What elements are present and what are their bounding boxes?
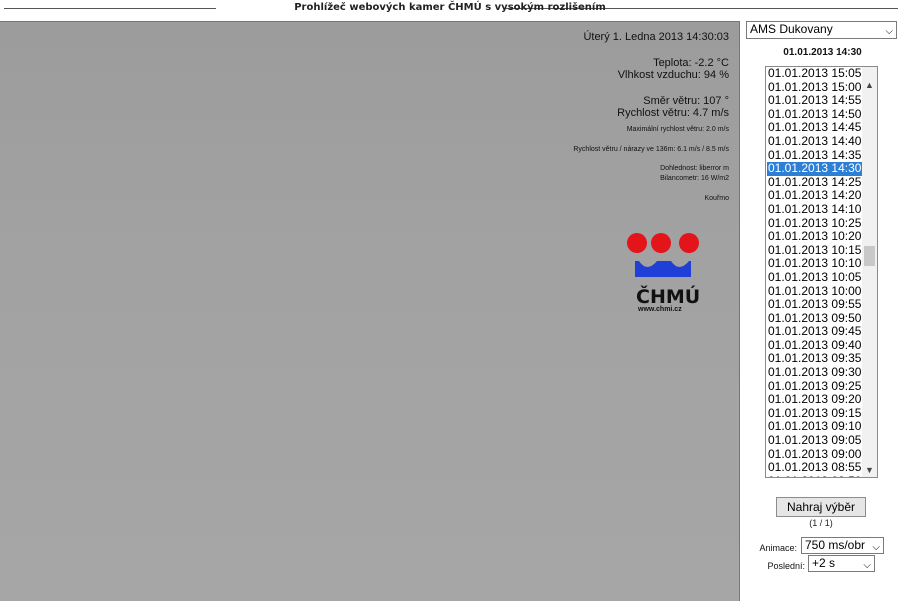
last-label: Poslední: (767, 561, 805, 571)
time-list-item[interactable]: 01.01.2013 10:05 (767, 270, 862, 285)
time-list-item[interactable]: 01.01.2013 09:10 (767, 420, 862, 434)
time-list-item[interactable]: 01.01.2013 09:05 (767, 433, 862, 448)
time-list-item[interactable]: 01.01.2013 14:40 (767, 134, 862, 149)
camera-visibility: Dohlednost: liberror m (660, 165, 729, 172)
page-header: Prohlížeč webových kamer ČHMÚ s vysokým … (0, 0, 900, 20)
time-list-item[interactable]: 01.01.2013 08:55 (767, 461, 862, 475)
time-list-item[interactable]: 01.01.2013 14:55 (767, 94, 862, 108)
chmi-logo: ČHMÚ www.chmi.cz (625, 229, 705, 319)
animation-label: Animace: (759, 543, 797, 553)
camera-weather: Kouřmo (704, 195, 729, 202)
scroll-down-icon[interactable]: ▼ (862, 465, 877, 475)
time-list-item[interactable]: 01.01.2013 14:10 (767, 202, 862, 217)
time-list-item[interactable]: 01.01.2013 09:55 (767, 297, 862, 312)
camera-wind-speed: Rychlost větru: 4.7 m/s (617, 107, 729, 119)
time-list[interactable]: 01.01.2013 15:05 01.01.2013 15:00 01.01.20… (765, 66, 878, 478)
time-list-item[interactable]: 01.01.2013 09:25 (767, 379, 862, 394)
time-list-item[interactable]: 01.01.2013 10:25 (767, 216, 862, 231)
camera-wind-gusts: Rychlost větru / nárazy ve 136m: 6.1 m/s… (573, 146, 729, 153)
load-selection-button[interactable]: Nahraj výběr (776, 497, 866, 517)
logo-wave-icon (635, 261, 691, 277)
station-select-value: AMS Dukovany (750, 22, 833, 36)
logo-dot-right (679, 233, 699, 253)
logo-dot-middle (651, 233, 671, 253)
selection-count: (1 / 1) (809, 518, 833, 528)
time-list-item[interactable]: 01.01.2013 14:50 (767, 107, 862, 122)
time-list-item[interactable]: 01.01.2013 14:35 (767, 148, 862, 163)
page-title: Prohlížeč webových kamer ČHMÚ s vysokým … (294, 2, 606, 13)
camera-datetime: Úterý 1. Ledna 2013 14:30:03 (583, 31, 729, 43)
camera-bilancometr: Bilancometr: 16 W/m2 (660, 175, 729, 182)
logo-url: www.chmi.cz (638, 306, 682, 313)
station-select[interactable]: AMS Dukovany ⌵ (746, 21, 897, 39)
camera-max-wind: Maximální rychlost větru: 2.0 m/s (626, 126, 729, 133)
time-list-item[interactable]: 01.01.2013 09:20 (767, 393, 862, 407)
chevron-down-icon: ⌵ (872, 542, 880, 553)
animation-select[interactable]: 750 ms/obr ⌵ (801, 537, 884, 554)
logo-text: ČHMÚ (636, 286, 701, 308)
time-list-item[interactable]: 01.01.2013 09:30 (767, 365, 862, 380)
time-list-item[interactable]: 01.01.2013 10:00 (767, 284, 862, 299)
time-list-item[interactable]: 01.01.2013 09:45 (767, 325, 862, 339)
time-list-item[interactable]: 01.01.2013 15:05 (767, 67, 862, 81)
time-list-item[interactable]: 01.01.2013 10:20 (767, 230, 862, 244)
time-list-item[interactable]: 01.01.2013 14:45 (767, 121, 862, 135)
chevron-down-icon: ⌵ (863, 560, 871, 571)
time-list-item[interactable]: 01.01.2013 09:50 (767, 311, 862, 326)
last-select-value: +2 s (812, 556, 836, 570)
logo-dot-left (627, 233, 647, 253)
control-panel: AMS Dukovany ⌵ 01.01.2013 14:30 01.01.20… (745, 18, 900, 600)
time-list-item[interactable]: 01.01.2013 14:25 (767, 175, 862, 190)
time-list-item[interactable]: 01.01.2013 09:35 (767, 352, 862, 366)
camera-humidity: Vlhkost vzduchu: 94 % (617, 69, 729, 81)
time-list-item[interactable]: 01.01.2013 09:00 (767, 447, 862, 462)
time-list-item[interactable]: 01.01.2013 14:20 (767, 189, 862, 203)
time-list-item[interactable]: 01.01.2013 10:15 (767, 243, 862, 258)
time-list-item[interactable]: 01.01.2013 15:00 (767, 80, 862, 95)
time-list-items: 01.01.2013 15:05 01.01.2013 15:00 01.01.20… (767, 67, 862, 477)
camera-temperature: Teplota: -2.2 °C (653, 57, 729, 69)
time-list-item[interactable]: 01.01.2013 09:40 (767, 338, 862, 353)
scroll-thumb[interactable] (864, 246, 875, 266)
animation-select-value: 750 ms/obr (805, 538, 866, 552)
camera-wind-direction: Směr větru: 107 ° (643, 95, 729, 107)
scroll-up-icon[interactable]: ▲ (862, 80, 877, 90)
last-select[interactable]: +2 s ⌵ (808, 555, 875, 572)
time-list-item[interactable]: 01.01.2013 09:15 (767, 406, 862, 421)
time-list-item[interactable]: 01.01.2013 10:10 (767, 257, 862, 271)
chevron-down-icon: ⌵ (885, 26, 893, 37)
time-list-scrollbar[interactable]: ▲ ▼ (862, 67, 877, 477)
current-datetime: 01.01.2013 14:30 (783, 47, 862, 58)
time-list-item[interactable]: 01.01.2013 08:50 (767, 474, 862, 477)
time-list-item-selected[interactable]: 01.01.2013 14:30 (767, 162, 862, 176)
